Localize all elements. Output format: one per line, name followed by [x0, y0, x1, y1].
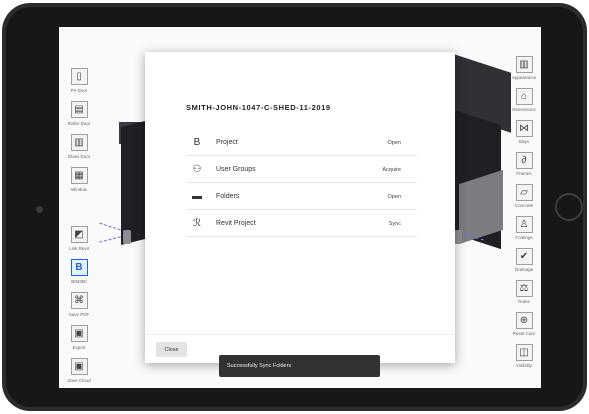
dialog-title: SMITH-JOHN-1047-C-SHED-11-2019 — [186, 103, 331, 112]
footings-icon: ♙ — [515, 216, 533, 233]
tool-visibility[interactable]: ◫ Visibility — [509, 341, 539, 373]
rules-icon: ⚖ — [515, 280, 533, 297]
row-action-link[interactable]: Sync — [389, 221, 401, 227]
row-label: Folders — [216, 193, 240, 200]
link-revit-icon: ◩ — [70, 226, 88, 243]
tool-save-pdf[interactable]: ⌘ Save PDF — [59, 290, 99, 323]
tool-dimensions[interactable]: ⌂ Dimensions — [509, 85, 539, 117]
tool-label: Save PDF — [68, 312, 90, 317]
tool-reset-cam[interactable]: ⊕ Reset Cam — [509, 309, 539, 341]
left-toolbar-bottom: ◩ Link Revit B BIM360 ⌘ Save PDF ▣ Export ▣ Save … — [59, 224, 99, 388]
tool-bim360[interactable]: B BIM360 — [59, 257, 99, 290]
folder-icon: ▬ — [192, 191, 202, 202]
camera-icon — [36, 206, 43, 213]
right-toolbar: ▥ Appearance ⌂ Dimensions ⋈ Bays ∂ Frames ▱ Concr… — [509, 53, 539, 373]
tool-label: Footings — [515, 235, 533, 240]
tool-label: Bays — [518, 139, 529, 144]
dialog-row-user-groups[interactable]: ⚇ User Groups Acquire — [186, 157, 417, 183]
bim-b-icon: B — [193, 137, 201, 148]
tool-label: Reset Cam — [512, 331, 536, 336]
tool-label: Concrete — [514, 203, 534, 208]
close-button[interactable]: Close — [156, 342, 187, 357]
tool-frames[interactable]: ∂ Frames — [509, 149, 539, 181]
tool-drainage[interactable]: ✔ Drainage — [509, 245, 539, 277]
concrete-icon: ▱ — [515, 184, 533, 201]
bim360-icon: B — [70, 259, 88, 276]
dialog-footer-divider — [145, 334, 455, 335]
tool-label: Dimensions — [512, 107, 536, 112]
user-groups-icon: ⚇ — [192, 164, 202, 175]
bays-icon: ⋈ — [515, 120, 533, 137]
project-dialog: SMITH-JOHN-1047-C-SHED-11-2019 B Project O… — [145, 52, 455, 363]
row-action-link[interactable]: Acquire — [382, 167, 401, 173]
tool-label: Glass Door — [67, 154, 91, 159]
roller-door-icon: ▤ — [70, 101, 88, 118]
tool-label: Window — [70, 187, 87, 192]
dimensions-icon: ⌂ — [515, 88, 533, 105]
row-action-link[interactable]: Open — [388, 140, 401, 146]
row-action-link[interactable]: Open — [388, 194, 401, 200]
dialog-row-revit-project[interactable]: ℛ Revit Project Sync — [186, 211, 417, 237]
visibility-icon: ◫ — [515, 344, 533, 361]
dialog-row-folders[interactable]: ▬ Folders Open — [186, 184, 417, 210]
tool-concrete[interactable]: ▱ Concrete — [509, 181, 539, 213]
tool-label: PA Door — [70, 88, 88, 93]
pdf-icon: ⌘ — [70, 292, 88, 309]
drainage-icon: ✔ — [515, 248, 533, 265]
save-icon: ▣ — [70, 325, 88, 342]
save-cloud-icon: ▣ — [70, 358, 88, 375]
app-screen: ▯ PA Door ▤ Roller Door ▥ Glass Door ▦ Window ◩… — [59, 27, 541, 388]
window-icon: ▦ — [70, 167, 88, 184]
tool-appearance[interactable]: ▥ Appearance — [509, 53, 539, 85]
home-button[interactable] — [555, 193, 583, 221]
tool-label: Roller Door — [67, 121, 91, 126]
tool-export[interactable]: ▣ Export — [59, 323, 99, 356]
tool-window[interactable]: ▦ Window — [59, 165, 99, 198]
dimension-line — [99, 236, 121, 243]
row-label: Project — [216, 139, 238, 146]
tool-label: Drainage — [514, 267, 534, 272]
tool-label: Visibility — [515, 363, 533, 368]
left-toolbar-top: ▯ PA Door ▤ Roller Door ▥ Glass Door ▦ Window — [59, 66, 99, 198]
tool-label: Link Revit — [69, 246, 89, 251]
tool-label: Export — [72, 345, 86, 350]
tool-pa-door[interactable]: ▯ PA Door — [59, 66, 99, 99]
tool-footings[interactable]: ♙ Footings — [509, 213, 539, 245]
tool-label: Appearance — [511, 75, 537, 80]
appearance-icon: ▥ — [515, 56, 533, 73]
tool-save-cloud[interactable]: ▣ Save Cloud — [59, 356, 99, 388]
tool-rules[interactable]: ⚖ Rules — [509, 277, 539, 309]
frames-icon: ∂ — [515, 152, 533, 169]
row-label: User Groups — [216, 166, 256, 173]
revit-icon: ℛ — [193, 218, 201, 229]
row-label: Revit Project — [216, 220, 256, 227]
shed-footing — [454, 230, 462, 244]
tool-label: Save Cloud — [67, 378, 91, 383]
tool-label: Rules — [518, 299, 530, 304]
dimension-line — [99, 222, 121, 231]
dialog-row-project[interactable]: B Project Open — [186, 130, 417, 156]
shed-footing — [123, 230, 131, 244]
tool-label: BIM360 — [71, 279, 87, 284]
snackbar: Successfully Sync Folders — [219, 355, 380, 377]
tool-glass-door[interactable]: ▥ Glass Door — [59, 132, 99, 165]
tool-roller-door[interactable]: ▤ Roller Door — [59, 99, 99, 132]
door-icon: ▯ — [70, 68, 88, 85]
glass-door-icon: ▥ — [70, 134, 88, 151]
tool-label: Frames — [516, 171, 532, 176]
snackbar-message: Successfully Sync Folders — [227, 363, 292, 369]
tool-link-revit[interactable]: ◩ Link Revit — [59, 224, 99, 257]
reset-camera-icon: ⊕ — [515, 312, 533, 329]
tool-bays[interactable]: ⋈ Bays — [509, 117, 539, 149]
